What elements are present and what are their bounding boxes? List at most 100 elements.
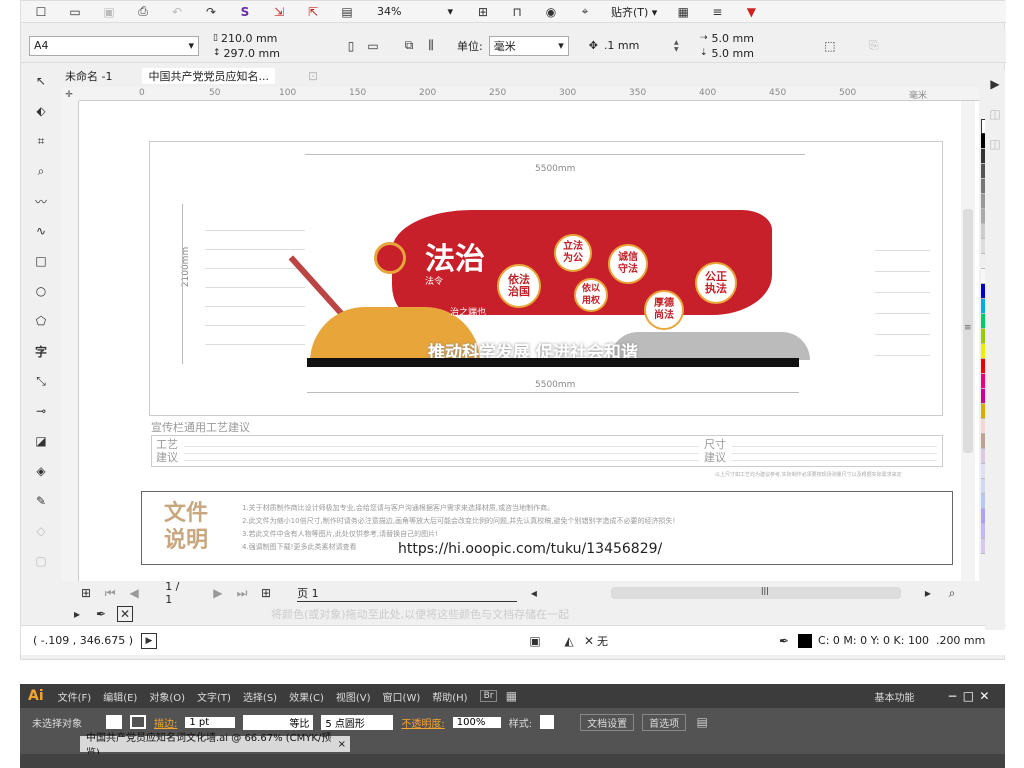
pick-tool-icon[interactable]: ↖ xyxy=(33,73,49,89)
ai-menu-item[interactable]: 效果(C) xyxy=(289,689,324,704)
import-icon[interactable]: ⇲ xyxy=(271,4,287,20)
page-height-field[interactable]: ↕ 297.0 mm xyxy=(213,46,323,61)
tab-document[interactable]: 中国共产党党员应知名... xyxy=(142,68,275,84)
horizontal-ruler[interactable]: 0 50 100 150 200 250 300 350 400 450 500 毫米 xyxy=(79,87,979,101)
fill-bucket-icon[interactable]: ◭ xyxy=(561,633,577,649)
zoom-tool-icon[interactable]: ⌕ xyxy=(33,163,49,179)
current-page-icon[interactable]: ⫼ xyxy=(423,38,439,54)
opacity-field[interactable]: 100% xyxy=(452,716,501,728)
nudge-spinner[interactable]: ▲ ▼ xyxy=(674,38,684,54)
workspace-switcher[interactable]: 基本功能 xyxy=(874,689,914,704)
docker-item-icon[interactable]: ◫ xyxy=(987,106,1003,122)
polygon-tool-icon[interactable]: ⬠ xyxy=(33,313,49,329)
guides-icon[interactable]: ⌖ xyxy=(577,4,593,20)
units-select[interactable]: 毫米 ▾ xyxy=(488,35,569,56)
bridge-icon[interactable]: Br xyxy=(479,690,498,702)
pdf-icon[interactable]: ▤ xyxy=(339,4,355,20)
dimension-tool-icon[interactable]: ⤡ xyxy=(33,373,49,389)
crop-tool-icon[interactable]: ⌗ xyxy=(33,133,49,149)
landscape-icon[interactable]: ▭ xyxy=(365,38,381,54)
add-page-before-icon[interactable]: ⊞ xyxy=(79,585,93,601)
text-tool-icon[interactable]: 字 xyxy=(33,343,49,359)
style-swatch[interactable] xyxy=(540,715,555,729)
ai-menu-item[interactable]: 对象(O) xyxy=(149,689,185,704)
artistic-media-icon[interactable]: ∿ xyxy=(33,223,49,239)
eyedropper-icon[interactable]: ✎ xyxy=(33,493,49,509)
page-tab[interactable]: 页 1 xyxy=(297,585,517,602)
snap-to-menu[interactable]: 贴齐(T) ▾ xyxy=(611,4,657,20)
stroke-weight-field[interactable]: 1 pt xyxy=(185,716,236,728)
show-rulers-icon[interactable]: ⊓ xyxy=(509,4,525,20)
redo-icon[interactable]: ↷ xyxy=(203,4,219,20)
palette-arrow-icon[interactable]: ▸ xyxy=(69,606,85,622)
ai-menu-item[interactable]: 文件(F) xyxy=(58,689,92,704)
save-icon[interactable]: ▣ xyxy=(101,4,117,20)
docker-arrow-icon[interactable]: ▶ xyxy=(987,76,1003,92)
new-file-icon[interactable]: ☐ xyxy=(33,4,49,20)
color-proof-icon[interactable]: ▣ xyxy=(527,633,543,649)
document-setup-button[interactable]: 文档设置 xyxy=(580,713,635,731)
freehand-tool-icon[interactable]: 〰 xyxy=(33,193,49,209)
shape-tool-icon[interactable]: ⬖ xyxy=(33,103,49,119)
maximize-icon[interactable]: □ xyxy=(960,688,976,704)
opacity-label[interactable]: 不透明度: xyxy=(401,715,444,730)
undo-icon[interactable]: ↶ xyxy=(169,4,185,20)
preferences-button[interactable]: 首选项 xyxy=(642,713,687,731)
all-pages-icon[interactable]: ⧉ xyxy=(401,38,417,54)
ai-menu-item[interactable]: 文字(T) xyxy=(197,689,231,704)
last-page-icon[interactable]: ⏭ xyxy=(235,585,249,601)
brush-definition[interactable]: 5 点圆形 xyxy=(321,714,394,730)
export-icon[interactable]: ⇱ xyxy=(305,4,321,20)
zoom-select[interactable]: 34% ▾ xyxy=(373,2,457,22)
control-menu-icon[interactable]: ▤ xyxy=(694,714,710,730)
no-color-icon[interactable]: ✕ xyxy=(117,606,133,622)
ai-menu-item[interactable]: 帮助(H) xyxy=(432,689,467,704)
add-page-after-icon[interactable]: ⊞ xyxy=(259,585,273,601)
nudge-field[interactable]: .1 mm xyxy=(604,39,668,52)
stroke-swatch[interactable] xyxy=(130,715,146,729)
vertical-ruler[interactable] xyxy=(61,101,79,581)
view-icon[interactable]: ◉ xyxy=(543,4,559,20)
first-page-icon[interactable]: ⏮ xyxy=(103,585,117,601)
source-url[interactable]: https://hi.ooopic.com/tuku/13456829/ xyxy=(398,541,662,557)
eyedropper-small-icon[interactable]: ✒ xyxy=(93,606,109,622)
ellipse-tool-icon[interactable]: ○ xyxy=(33,283,49,299)
horizontal-scrollbar[interactable]: ||| xyxy=(610,586,901,599)
smart-fill-icon[interactable]: ▢ xyxy=(33,553,49,569)
print-icon[interactable]: ⎙ xyxy=(135,4,151,20)
minimize-icon[interactable]: − xyxy=(944,688,960,704)
stroke-label[interactable]: 描边: xyxy=(154,715,177,730)
design-board[interactable]: 5500mm 2100mm 法治 法令 治之端也 依法 治国 立法 为公 诚信 … xyxy=(149,141,943,416)
options-icon[interactable]: ▦ xyxy=(675,4,691,20)
duplicate-y-field[interactable]: ⇣ 5.0 mm xyxy=(700,46,804,61)
tab-untitled[interactable]: 未命名 -1 xyxy=(65,68,112,84)
ruler-origin[interactable]: ✛ xyxy=(61,87,79,101)
fill-swatch[interactable] xyxy=(106,715,122,729)
variable-width-profile[interactable]: 等比 xyxy=(243,714,314,730)
ai-menu-item[interactable]: 编辑(E) xyxy=(103,689,137,704)
rectangle-tool-icon[interactable]: □ xyxy=(33,253,49,269)
full-screen-icon[interactable]: ⊞ xyxy=(475,4,491,20)
page-size-select[interactable]: A4 ▾ xyxy=(29,35,199,56)
ai-menu-item[interactable]: 视图(V) xyxy=(336,689,371,704)
close-icon[interactable]: ✕ xyxy=(976,688,992,704)
navigator-icon[interactable]: ⌕ xyxy=(945,585,959,601)
transparency-icon[interactable]: ◈ xyxy=(33,463,49,479)
drawing-canvas[interactable]: 5500mm 2100mm 法治 法令 治之端也 依法 治国 立法 为公 诚信 … xyxy=(79,101,979,581)
outline-pen-icon[interactable]: ✒ xyxy=(776,633,792,649)
prev-page-icon[interactable]: ◀ xyxy=(127,585,141,601)
fill-tool-icon[interactable]: ◇ xyxy=(33,523,49,539)
duplicate-x-field[interactable]: ⇢ 5.0 mm xyxy=(700,31,804,46)
corel-connect-icon[interactable]: S xyxy=(237,4,253,20)
arrange-icon[interactable]: ▦ xyxy=(503,688,519,704)
page-border-icon[interactable]: ⎘ xyxy=(866,38,882,54)
welcome-icon[interactable]: ▼ xyxy=(743,4,759,20)
add-tab-icon[interactable]: ⊡ xyxy=(305,68,321,84)
page-width-field[interactable]: ▯ 210.0 mm xyxy=(213,31,323,46)
treat-as-filled-icon[interactable]: ⬚ xyxy=(822,38,838,54)
close-tab-icon[interactable]: × xyxy=(338,739,350,750)
hscroll-right-icon[interactable]: ▸ xyxy=(921,585,935,601)
status-play-icon[interactable]: ▶ xyxy=(141,632,158,649)
hscroll-left-icon[interactable]: ◂ xyxy=(527,585,541,601)
portrait-icon[interactable]: ▯ xyxy=(343,38,359,54)
